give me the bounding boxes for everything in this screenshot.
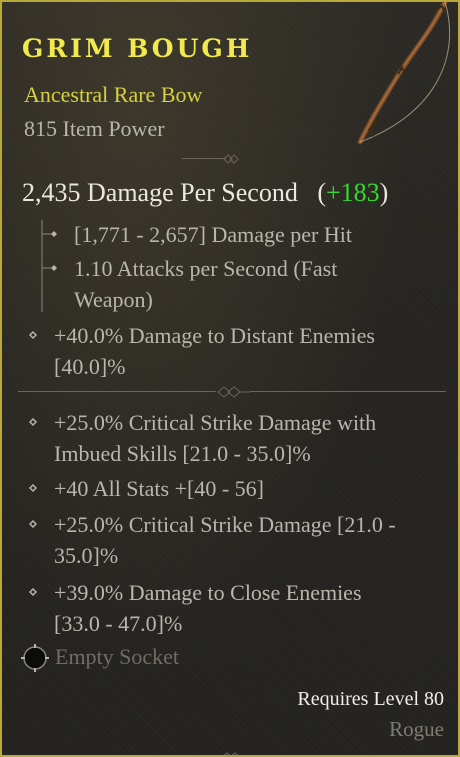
required-class: Rogue bbox=[389, 717, 444, 741]
dps-delta: +183 bbox=[326, 178, 380, 207]
attacks-per-second-cont: Weapon) bbox=[74, 287, 153, 312]
item-type: Ancestral Rare Bow bbox=[24, 82, 203, 107]
affix-line: +25.0% Critical Strike Damage with bbox=[54, 410, 377, 435]
divider bbox=[182, 152, 242, 166]
damage-per-hit: [1,771 - 2,657] Damage per Hit bbox=[74, 222, 352, 247]
dps-value: 2,435 Damage Per Second bbox=[22, 178, 298, 207]
affix-line: 35.0]% bbox=[54, 543, 119, 568]
bow-icon bbox=[357, 2, 450, 145]
bottom-divider bbox=[182, 750, 282, 755]
damage-per-second: 2,435 Damage Per Second (+183) bbox=[22, 178, 388, 208]
attacks-per-second: 1.10 Attacks per Second (Fast bbox=[74, 256, 338, 281]
socket-icon bbox=[21, 644, 49, 672]
affix-line: [33.0 - 47.0]% bbox=[54, 611, 183, 636]
affix-line: +40 All Stats +[40 - 56] bbox=[54, 476, 264, 501]
dps-delta-close: ) bbox=[379, 178, 389, 207]
item-power: 815 Item Power bbox=[24, 116, 165, 141]
empty-socket-label: Empty Socket bbox=[55, 644, 180, 669]
affix-bullet-icon bbox=[29, 418, 37, 426]
affix-bullet-icon bbox=[29, 520, 37, 528]
affix-bullet-icon bbox=[29, 331, 37, 339]
dps-delta-open: ( bbox=[317, 178, 326, 207]
required-level: Requires Level 80 bbox=[297, 688, 444, 710]
item-name: GRIM BOUGH bbox=[22, 34, 253, 63]
affix-bullet-icon bbox=[29, 484, 37, 492]
implicit-affix: +40.0% Damage to Distant Enemies bbox=[54, 323, 375, 348]
stat-branch-lines bbox=[41, 220, 57, 312]
divider bbox=[18, 385, 446, 399]
affix-line: Imbued Skills [21.0 - 35.0]% bbox=[54, 441, 311, 466]
item-tooltip: GRIM BOUGH Ancestral Rare Bow 815 Item P… bbox=[0, 0, 460, 757]
affix-line: +39.0% Damage to Close Enemies bbox=[54, 580, 362, 605]
affix-bullet-icon bbox=[29, 588, 37, 596]
affix-line: +25.0% Critical Strike Damage [21.0 - bbox=[54, 512, 396, 537]
implicit-affix-range: [40.0]% bbox=[54, 354, 126, 379]
